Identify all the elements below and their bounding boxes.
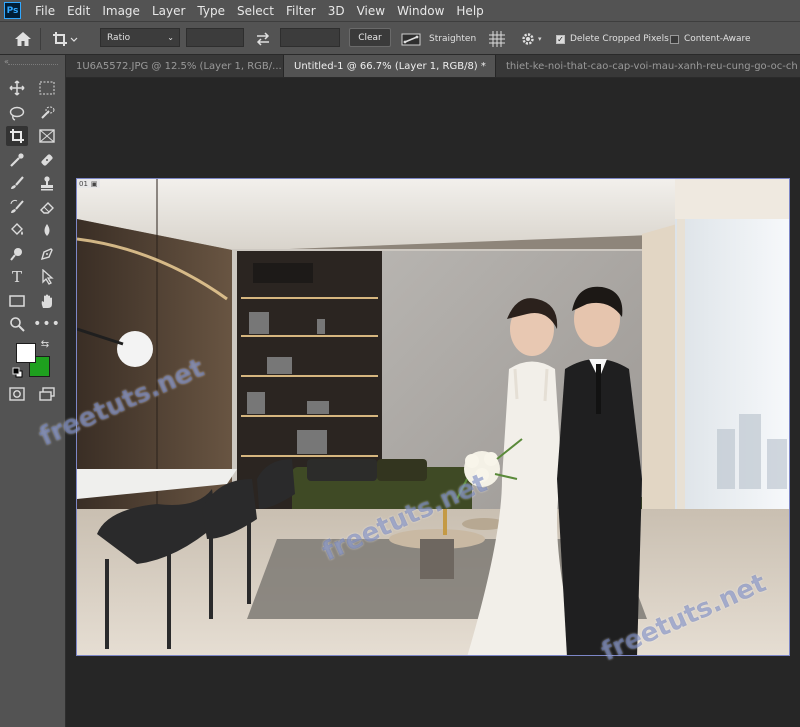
delete-cropped-checkbox[interactable]: ✓ Delete Cropped Pixels: [556, 22, 669, 56]
ratio-select[interactable]: Ratio ⌄: [100, 28, 180, 47]
eraser-icon[interactable]: [36, 197, 58, 217]
photoshop-logo[interactable]: Ps: [4, 2, 21, 19]
tools-panel: « T ••• ⇆: [0, 55, 66, 727]
zoom-icon[interactable]: [6, 314, 28, 334]
image-icon: ▣: [90, 179, 98, 188]
swap-colors-icon[interactable]: ⇆: [38, 337, 52, 351]
wedding-photo: [77, 179, 789, 655]
panel-grip[interactable]: [8, 64, 58, 67]
screen-mode-icon[interactable]: [36, 384, 58, 404]
stamp-icon[interactable]: [36, 173, 58, 193]
options-bar: Ratio ⌄ Clear Straighten ▾ ✓ Delete Crop…: [0, 21, 800, 55]
pen-icon[interactable]: [36, 244, 58, 264]
brush-icon[interactable]: [6, 173, 28, 193]
tab-document-3[interactable]: thiet-ke-noi-that-cao-cap-voi-mau-xanh-r…: [496, 55, 800, 77]
dodge-icon[interactable]: [6, 244, 28, 264]
history-brush-icon[interactable]: [6, 197, 28, 217]
menu-view[interactable]: View: [351, 4, 391, 18]
tab-document-2[interactable]: Untitled-1 @ 66.7% (Layer 1, RGB/8) * ×: [284, 55, 496, 77]
tab-label: Untitled-1 @ 66.7% (Layer 1, RGB/8) *: [294, 60, 486, 72]
marquee-icon[interactable]: [36, 78, 58, 98]
artboard-label: 01 ▣: [77, 179, 100, 188]
overlay-grid-icon[interactable]: [488, 22, 506, 56]
home-icon[interactable]: [14, 22, 32, 56]
swap-icon[interactable]: [255, 22, 271, 56]
width-input[interactable]: [186, 28, 244, 47]
straighten-icon[interactable]: [401, 22, 421, 56]
clear-button[interactable]: Clear: [349, 28, 391, 47]
artboard-number: 01: [79, 179, 88, 188]
straighten-label[interactable]: Straighten: [429, 22, 476, 56]
tab-document-1[interactable]: 1U6A5572.JPG @ 12.5% (Layer 1, RGB/... ×: [66, 55, 284, 77]
healing-icon[interactable]: [36, 150, 58, 170]
delete-cropped-label: Delete Cropped Pixels: [570, 34, 669, 44]
lasso-icon[interactable]: [6, 103, 28, 123]
menu-window[interactable]: Window: [391, 4, 450, 18]
menu-filter[interactable]: Filter: [280, 4, 322, 18]
chevron-down-icon: ⌄: [167, 33, 174, 42]
type-icon[interactable]: T: [6, 267, 28, 287]
menu-bar: Ps File Edit Image Layer Type Select Fil…: [0, 0, 800, 21]
menu-edit[interactable]: Edit: [61, 4, 96, 18]
document-tab-bar: 1U6A5572.JPG @ 12.5% (Layer 1, RGB/... ×…: [66, 55, 800, 78]
eyedropper-icon[interactable]: [6, 150, 28, 170]
tab-label: 1U6A5572.JPG @ 12.5% (Layer 1, RGB/...: [76, 60, 282, 72]
quick-mask-icon[interactable]: [6, 384, 28, 404]
content-aware-label: Content-Aware: [684, 34, 751, 44]
default-colors-icon[interactable]: [10, 365, 24, 379]
hand-icon[interactable]: [36, 291, 58, 311]
menu-select[interactable]: Select: [231, 4, 280, 18]
path-select-icon[interactable]: [36, 267, 58, 287]
menu-layer[interactable]: Layer: [146, 4, 191, 18]
height-input[interactable]: [280, 28, 340, 47]
crop-icon[interactable]: [6, 126, 28, 146]
blur-icon[interactable]: [36, 220, 58, 240]
move-icon[interactable]: [6, 78, 28, 98]
foreground-color-swatch[interactable]: [16, 343, 36, 363]
checkbox-unchecked-icon[interactable]: [670, 34, 679, 44]
more-icon[interactable]: •••: [33, 314, 60, 334]
paint-bucket-icon[interactable]: [6, 220, 28, 240]
crop-tool-preset-icon[interactable]: [52, 22, 78, 56]
content-aware-checkbox[interactable]: Content-Aware: [670, 22, 751, 56]
checkbox-checked-icon[interactable]: ✓: [556, 34, 565, 44]
frame-icon[interactable]: [36, 126, 58, 146]
tab-label: thiet-ke-noi-that-cao-cap-voi-mau-xanh-r…: [506, 60, 798, 72]
ratio-value: Ratio: [107, 32, 131, 43]
menu-3d[interactable]: 3D: [322, 4, 351, 18]
menu-image[interactable]: Image: [96, 4, 146, 18]
menu-type[interactable]: Type: [191, 4, 231, 18]
separator: [40, 28, 41, 50]
gear-icon[interactable]: ▾: [520, 22, 542, 56]
document-canvas[interactable]: [76, 178, 790, 656]
menu-file[interactable]: File: [29, 4, 61, 18]
chevron-down-icon: ▾: [538, 35, 542, 43]
quick-select-icon[interactable]: [36, 103, 58, 123]
menu-help[interactable]: Help: [450, 4, 489, 18]
rectangle-icon[interactable]: [6, 291, 28, 311]
